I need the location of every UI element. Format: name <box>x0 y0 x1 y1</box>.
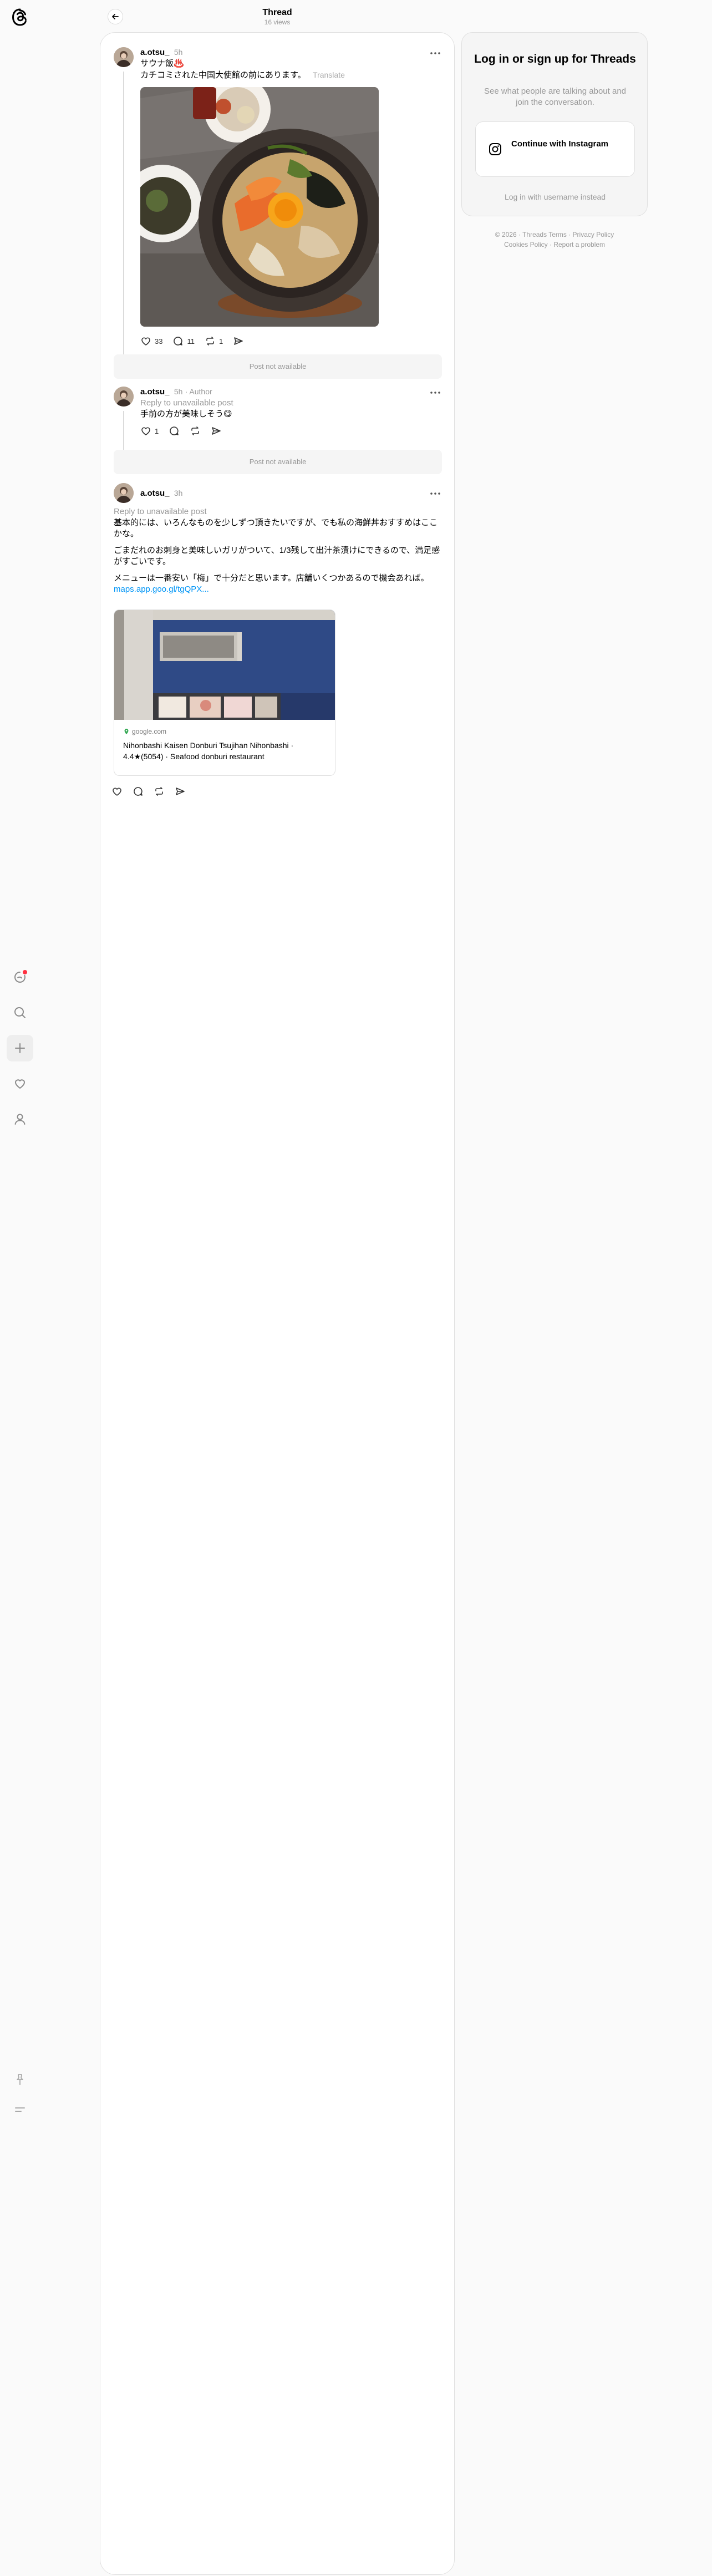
repost-button[interactable] <box>154 781 165 801</box>
post-paragraph: 基本的には、いろんなものを少しずつ頂きたいですが、でも私の海鮮丼おすすめはここか… <box>114 518 438 538</box>
reply-button[interactable] <box>133 781 144 801</box>
like-count: 1 <box>155 426 159 435</box>
more-options-button[interactable] <box>429 49 442 58</box>
footer-links-2[interactable]: Cookies Policy · Report a problem <box>461 240 648 250</box>
heart-icon <box>15 1079 25 1089</box>
translate-link[interactable]: Translate <box>313 70 345 79</box>
footer-links-1[interactable]: © 2026 · Threads Terms · Privacy Policy <box>461 230 648 240</box>
post-actions: 1 <box>140 421 222 441</box>
ellipsis-icon <box>430 52 440 54</box>
link-preview-card[interactable]: google.com Nihonbashi Kaisen Donburi Tsu… <box>114 609 335 776</box>
login-subtitle: See what people are talking about and jo… <box>484 87 627 107</box>
ellipsis-icon <box>430 392 440 394</box>
reply-button[interactable]: 11 <box>172 331 195 351</box>
link-preview-image <box>114 610 335 720</box>
pin-icon <box>17 2074 23 2085</box>
plus-icon <box>15 1043 25 1053</box>
repost-button[interactable] <box>190 421 201 441</box>
activity-nav-button[interactable] <box>7 1070 33 1097</box>
unavailable-post-notice: Post not available <box>114 450 442 474</box>
profile-nav-button[interactable] <box>7 1106 33 1132</box>
post-photo[interactable] <box>140 87 379 327</box>
share-icon <box>176 787 185 795</box>
like-button[interactable]: 33 <box>140 331 162 351</box>
post-paragraph: メニューは一番安い「梅」で十分だと思います。店舗いくつかあるので機会あれば。 <box>114 573 429 583</box>
ellipsis-icon <box>430 492 440 495</box>
menu-icon <box>15 2107 25 2112</box>
reply-button[interactable] <box>169 421 180 441</box>
comment-icon <box>174 337 183 346</box>
avatar[interactable] <box>114 47 134 67</box>
page-title: Thread <box>262 8 292 17</box>
thread-header: Thread 16 views <box>100 0 455 32</box>
heart-icon <box>141 337 150 346</box>
post-text-line: サウナ飯♨️ <box>140 59 184 68</box>
search-icon <box>14 1007 26 1018</box>
search-nav-button[interactable] <box>7 999 33 1026</box>
post-actions <box>111 781 186 801</box>
repost-icon <box>206 337 214 346</box>
unavailable-post-notice: Post not available <box>114 354 442 379</box>
post-time[interactable]: 5h <box>174 387 183 396</box>
repost-button[interactable]: 1 <box>205 331 223 351</box>
link-title: Nihonbashi Kaisen Donburi Tsujihan Nihon… <box>123 741 294 761</box>
repost-count: 1 <box>218 337 223 346</box>
post-username[interactable]: a.otsu_ <box>140 489 170 498</box>
create-nav-button[interactable] <box>7 1035 33 1061</box>
menu-button[interactable] <box>7 2096 33 2123</box>
sidebar <box>0 0 40 2576</box>
like-button[interactable]: 1 <box>140 421 159 441</box>
more-options-button[interactable] <box>429 388 442 397</box>
post-actions: 33 11 1 <box>140 331 244 351</box>
share-icon <box>234 337 243 345</box>
instagram-icon <box>489 143 501 155</box>
globe-icon <box>124 729 129 734</box>
post-username[interactable]: a.otsu_ <box>140 48 170 57</box>
share-button[interactable] <box>233 331 244 351</box>
post-text-line: 手前の方が美味しそう😋 <box>140 409 232 419</box>
more-options-button[interactable] <box>429 489 442 498</box>
post-text-line: カチコミされた中国大使館の前にあります。 <box>140 70 306 80</box>
share-icon <box>212 427 221 435</box>
thread-container: a.otsu_ 5h サウナ飯♨️ カチコミされた中国大使館の前にあります。 T… <box>100 32 455 2575</box>
comment-icon <box>170 426 179 435</box>
share-button[interactable] <box>175 781 186 801</box>
comment-icon <box>134 787 143 796</box>
profile-icon <box>14 1114 26 1125</box>
reply-to-label[interactable]: Reply to unavailable post <box>114 506 442 517</box>
threads-logo-icon[interactable] <box>11 8 29 27</box>
instagram-button-label: Continue with Instagram <box>511 139 609 149</box>
link-domain: google.com <box>132 728 167 735</box>
avatar[interactable] <box>114 387 134 407</box>
share-button[interactable] <box>211 421 222 441</box>
repost-icon <box>155 787 163 796</box>
repost-icon <box>191 426 200 435</box>
notification-dot <box>23 970 27 974</box>
reply-to-label[interactable]: Reply to unavailable post <box>140 398 445 409</box>
thread-line <box>123 72 124 377</box>
post-paragraph: ごまだれのお刺身と美味しいガリがついて、1/3残して出汁茶漬けにできるので、満足… <box>114 546 440 566</box>
pin-button[interactable] <box>7 2066 33 2093</box>
login-username-link[interactable]: Log in with username instead <box>473 192 637 201</box>
login-card: Log in or sign up for Threads See what p… <box>461 32 648 216</box>
heart-icon <box>141 427 150 435</box>
like-button[interactable] <box>111 781 123 801</box>
login-title: Log in or sign up for Threads <box>474 53 636 65</box>
author-tag: Author <box>189 387 212 396</box>
post-time[interactable]: 5h <box>174 48 183 57</box>
like-count: 33 <box>155 337 163 346</box>
continue-with-instagram-button[interactable]: Continue with Instagram <box>475 121 635 177</box>
reply-count: 11 <box>187 337 195 346</box>
view-count: 16 views <box>264 18 291 26</box>
heart-icon <box>113 787 121 796</box>
post-username[interactable]: a.otsu_ <box>140 387 170 397</box>
home-nav-button[interactable] <box>7 964 33 990</box>
maps-link[interactable]: maps.app.goo.gl/tgQPX... <box>114 584 442 595</box>
post-time[interactable]: 3h <box>174 489 183 497</box>
avatar[interactable] <box>114 483 134 503</box>
